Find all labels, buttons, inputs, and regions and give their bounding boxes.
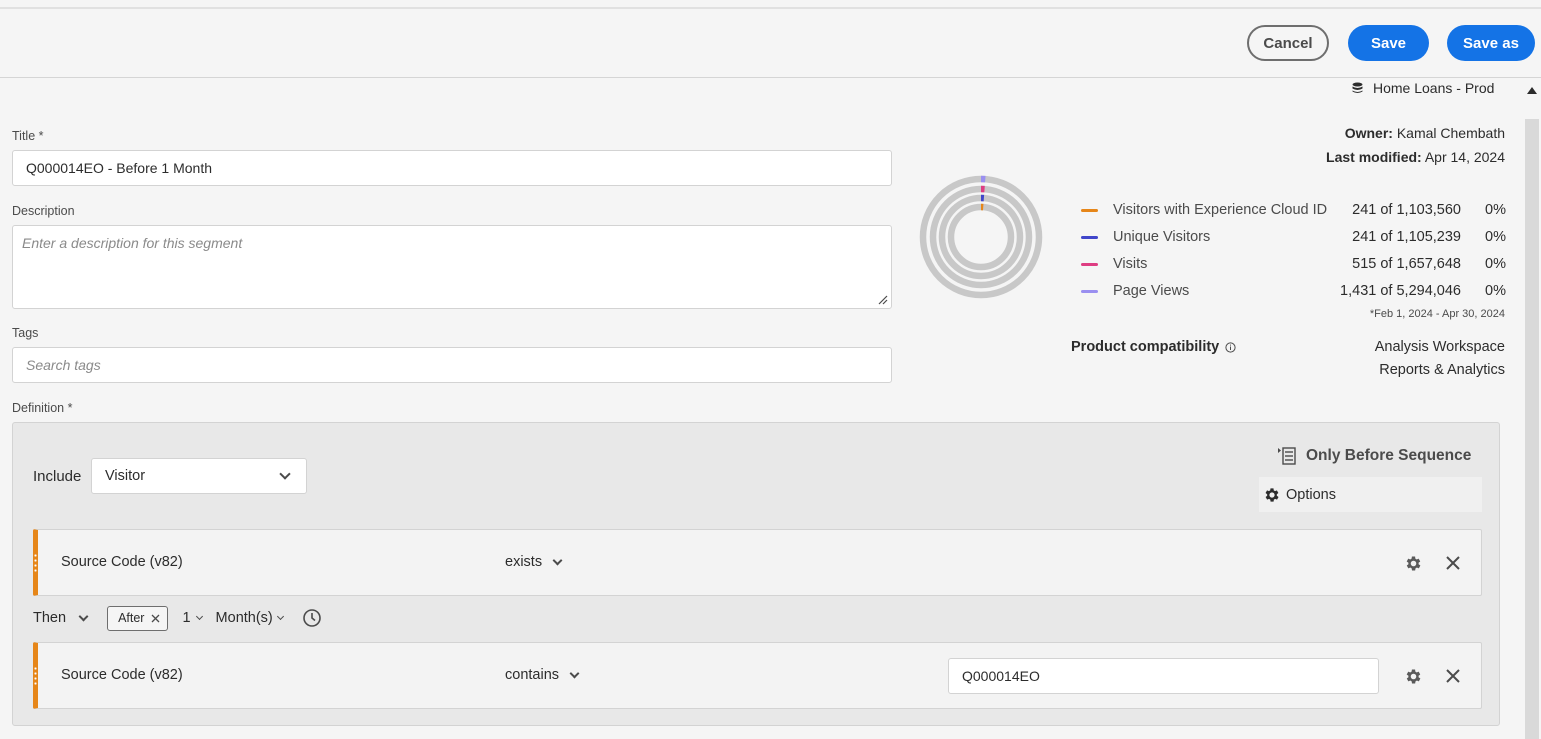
product-compatibility-label: Product compatibility — [1071, 339, 1236, 355]
description-textarea[interactable]: Enter a description for this segment — [12, 225, 892, 309]
title-input-value: Q000014EO - Before 1 Month — [26, 160, 212, 176]
donut-ring-track — [929, 185, 1033, 289]
scrollbar[interactable] — [1523, 79, 1541, 739]
sequence-label: Only Before Sequence — [1306, 447, 1472, 464]
rule-row: Source Code (v82) contains Q000014EO — [33, 642, 1482, 709]
include-select-value: Visitor — [105, 468, 146, 484]
metrics-donut-chart — [919, 175, 1043, 299]
legend-metric-value: 241 of 1,103,560 — [1352, 202, 1461, 218]
description-placeholder: Enter a description for this segment — [22, 235, 243, 251]
product-analysis-workspace: Analysis Workspace — [1374, 339, 1505, 355]
rule-row: Source Code (v82) exists — [33, 529, 1482, 596]
then-chevron-down-icon[interactable] — [78, 611, 89, 621]
legend-row: Visits 515 of 1,657,648 0% — [1081, 254, 1506, 274]
data-source-name: Home Loans - Prod — [1373, 80, 1495, 96]
save-button[interactable]: Save — [1348, 25, 1429, 61]
donut-ring-track — [947, 203, 1015, 271]
legend-swatch — [1081, 208, 1098, 212]
chevron-down-icon — [569, 668, 580, 678]
resize-handle-icon[interactable] — [878, 295, 888, 305]
scroll-thumb[interactable] — [1525, 119, 1539, 739]
definition-label: Definition * — [12, 401, 73, 415]
time-unit-select[interactable]: Month(s) — [215, 610, 284, 626]
remove-rule-close-icon[interactable] — [1444, 667, 1462, 685]
date-range-note: *Feb 1, 2024 - Apr 30, 2024 — [1369, 308, 1505, 320]
legend-metric-percent: 0% — [1485, 283, 1506, 299]
after-chip-label: After — [118, 611, 145, 625]
product-reports-analytics: Reports & Analytics — [1379, 362, 1505, 378]
rule-dimension: Source Code (v82) — [61, 554, 183, 570]
legend-metric-name: Unique Visitors — [1113, 229, 1211, 245]
info-icon[interactable] — [1225, 341, 1236, 353]
cancel-button[interactable]: Cancel — [1247, 25, 1329, 61]
chevron-down-icon — [552, 555, 563, 565]
chevron-down-icon — [279, 468, 291, 480]
rule-settings-gear-icon[interactable] — [1404, 554, 1423, 573]
data-source: Home Loans - Prod — [1352, 80, 1494, 96]
rule-value-text: Q000014EO — [962, 668, 1040, 684]
sequence-icon — [1278, 447, 1296, 465]
include-label: Include — [33, 468, 82, 485]
save-as-button[interactable]: Save as — [1447, 25, 1535, 61]
sequence-mode[interactable]: Only Before Sequence — [1277, 446, 1471, 466]
legend-swatch — [1081, 289, 1098, 293]
then-label: Then — [33, 610, 67, 626]
clock-icon[interactable] — [302, 608, 322, 628]
options-button[interactable]: Options — [1259, 477, 1482, 512]
options-label: Options — [1286, 486, 1336, 503]
rule-operator-select[interactable]: exists — [505, 554, 563, 570]
title-label: Title * — [12, 129, 44, 143]
legend-metric-name: Page Views — [1113, 283, 1190, 299]
time-unit-value: Month(s) — [215, 610, 273, 626]
rule-operator-value: exists — [505, 554, 543, 570]
chevron-down-icon — [276, 612, 284, 620]
toolbar: Cancel Save Save as — [0, 9, 1541, 78]
chevron-down-icon — [195, 612, 203, 620]
description-label: Description — [12, 204, 75, 218]
tags-label: Tags — [12, 326, 39, 340]
legend-metric-value: 515 of 1,657,648 — [1352, 256, 1461, 272]
after-chip[interactable]: After — [107, 605, 169, 631]
time-count-value: 1 — [182, 610, 191, 626]
legend-metric-percent: 0% — [1485, 256, 1506, 272]
database-icon — [1352, 82, 1363, 93]
remove-rule-close-icon[interactable] — [1444, 554, 1462, 572]
legend-metric-value: 1,431 of 5,294,046 — [1340, 283, 1461, 299]
legend-row: Visitors with Experience Cloud ID 241 of … — [1081, 200, 1506, 220]
tags-input[interactable]: Search tags — [12, 347, 892, 383]
gear-icon — [1265, 487, 1279, 502]
tags-placeholder: Search tags — [26, 357, 101, 373]
title-input[interactable]: Q000014EO - Before 1 Month — [12, 150, 892, 186]
sequence-then-row: Then After 1 Month(s) — [33, 605, 322, 631]
include-select[interactable]: Visitor — [91, 458, 307, 494]
legend-metric-percent: 0% — [1485, 202, 1506, 218]
rule-settings-gear-icon[interactable] — [1404, 667, 1423, 686]
rule-dimension: Source Code (v82) — [61, 667, 183, 683]
definition-container: Include Visitor Only Before Sequence Opt… — [12, 422, 1500, 726]
drag-handle-icon[interactable] — [34, 553, 37, 573]
legend-swatch — [1081, 262, 1098, 266]
time-count-select[interactable]: 1 — [182, 610, 203, 626]
rule-operator-select[interactable]: contains — [505, 667, 580, 683]
legend-metric-name: Visits — [1113, 256, 1148, 272]
remove-after-close-icon[interactable] — [151, 614, 160, 623]
legend-row: Unique Visitors 241 of 1,105,239 0% — [1081, 227, 1506, 247]
drag-handle-icon[interactable] — [34, 666, 37, 686]
owner-line: Owner: Kamal Chembath — [1344, 125, 1505, 141]
legend-metric-name: Visitors with Experience Cloud ID — [1113, 202, 1328, 218]
scroll-up-arrow-icon[interactable] — [1527, 87, 1537, 94]
legend-swatch — [1081, 235, 1098, 239]
rule-value-input[interactable]: Q000014EO — [948, 658, 1379, 694]
legend-metric-percent: 0% — [1485, 229, 1506, 245]
last-modified-line: Last modified: Apr 14, 2024 — [1326, 149, 1505, 165]
rule-operator-value: contains — [505, 667, 560, 683]
legend-metric-value: 241 of 1,105,239 — [1352, 229, 1461, 245]
legend-row: Page Views 1,431 of 5,294,046 0% — [1081, 281, 1506, 301]
